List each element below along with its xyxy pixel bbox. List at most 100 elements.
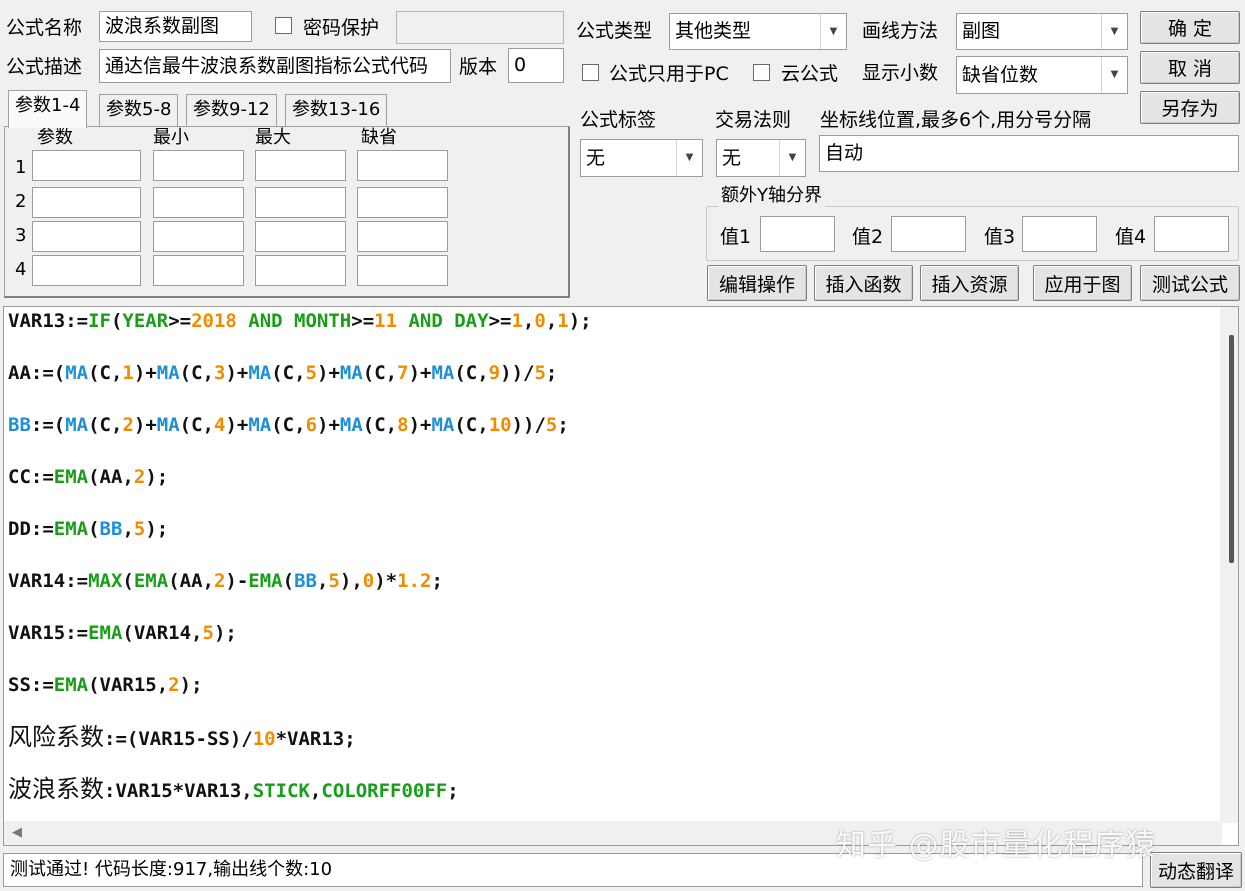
param-default-input[interactable]	[357, 150, 448, 181]
code-token: MA	[431, 414, 455, 436]
trade-rule-value: 无	[722, 147, 742, 169]
param-min-input[interactable]	[153, 221, 244, 252]
cancel-button[interactable]: 取 消	[1140, 51, 1240, 84]
code-token: BB	[8, 414, 31, 436]
decimals-select[interactable]: 缺省位数 ▼	[956, 56, 1128, 94]
code-line: VAR15:=EMA(VAR14,5);	[8, 621, 237, 645]
dynamic-translate-button[interactable]: 动态翻译	[1150, 852, 1242, 888]
chevron-down-icon[interactable]: ▼	[820, 14, 846, 49]
tab-params-1-4[interactable]: 参数1-4	[8, 90, 88, 128]
code-token: (AA,	[168, 570, 214, 592]
coord-line-label: 坐标线位置,最多6个,用分号分隔	[820, 109, 1092, 131]
formula-name-input[interactable]: 波浪系数副图	[99, 11, 252, 42]
code-token: EMA	[88, 622, 123, 644]
test-formula-button[interactable]: 测试公式	[1140, 265, 1240, 301]
code-token: (	[88, 518, 100, 540]
param-name-input[interactable]	[32, 255, 141, 286]
y-value-4-label: 值4	[1115, 226, 1147, 248]
code-line: DD:=EMA(BB,5);	[8, 517, 168, 541]
y-value-3-label: 值3	[984, 226, 1016, 248]
code-token: MA	[248, 414, 272, 436]
code-token: ))/	[511, 414, 546, 436]
formula-name-label: 公式名称	[6, 17, 83, 39]
code-token: 4	[214, 414, 226, 436]
param-name-input[interactable]	[32, 150, 141, 181]
cloud-formula-checkbox[interactable]	[753, 64, 770, 81]
chevron-down-icon[interactable]: ▼	[1101, 14, 1127, 49]
param-name-input[interactable]	[32, 221, 141, 252]
param-default-input[interactable]	[357, 187, 448, 218]
y-value-3-input[interactable]	[1022, 216, 1097, 252]
decimals-label: 显示小数	[862, 62, 939, 84]
password-input[interactable]	[396, 11, 564, 44]
chevron-down-icon[interactable]: ▼	[1101, 57, 1127, 93]
edit-operations-button[interactable]: 编辑操作	[707, 265, 807, 301]
code-token: >=	[488, 310, 512, 332]
param-header-default: 缺省	[361, 127, 397, 148]
ok-button[interactable]: 确 定	[1140, 11, 1240, 44]
code-token: 9	[488, 362, 501, 384]
version-input[interactable]: 0	[508, 48, 564, 83]
password-protect-checkbox[interactable]	[275, 17, 292, 34]
scroll-left-icon[interactable]: ◀	[12, 825, 22, 840]
param-max-input[interactable]	[255, 150, 346, 181]
formula-type-select[interactable]: 其他类型 ▼	[669, 13, 847, 50]
y-value-2-input[interactable]	[891, 216, 966, 252]
code-token: MONTH	[294, 310, 352, 332]
draw-method-label: 画线方法	[862, 20, 939, 42]
param-header-name: 参数	[37, 127, 73, 148]
code-token: (VAR15,	[88, 674, 169, 696]
insert-function-button[interactable]: 插入函数	[814, 265, 913, 301]
code-token: (C,	[454, 414, 489, 436]
tab-params-5-8[interactable]: 参数5-8	[99, 94, 179, 126]
formula-tag-select[interactable]: 无 ▼	[580, 139, 703, 177]
insert-resource-button[interactable]: 插入资源	[920, 265, 1019, 301]
code-token: 5	[545, 414, 558, 436]
param-min-input[interactable]	[153, 255, 244, 286]
y-value-4-input[interactable]	[1154, 216, 1229, 252]
code-token: );	[145, 518, 169, 540]
code-line: 风险系数:=(VAR15-SS)/10*VAR13;	[8, 725, 356, 751]
code-editor[interactable]: VAR13:=IF(YEAR>=2018 AND MONTH>=11 AND D…	[3, 306, 1239, 846]
formula-desc-input[interactable]: 通达信最牛波浪系数副图指标公式代码	[99, 49, 451, 83]
code-token: 10	[252, 728, 276, 750]
param-max-input[interactable]	[255, 221, 346, 252]
code-token: 3	[213, 362, 226, 384]
code-token: DD:=	[8, 518, 54, 540]
code-token: )+	[317, 414, 340, 436]
coord-line-input[interactable]: 自动	[819, 135, 1239, 172]
param-max-input[interactable]	[255, 255, 346, 286]
param-row-number: 3	[15, 225, 27, 246]
code-token: :=(	[30, 414, 66, 436]
trade-rule-select[interactable]: 无 ▼	[716, 139, 806, 177]
code-token: )-	[225, 570, 249, 592]
code-token: MA	[339, 414, 363, 436]
code-token: )+	[225, 362, 249, 384]
code-token: (	[110, 310, 123, 332]
code-token: MA	[431, 362, 455, 384]
code-token: (C,	[271, 414, 306, 436]
draw-method-select[interactable]: 副图 ▼	[956, 13, 1128, 50]
code-token: COLORFF00FF	[321, 780, 448, 802]
code-line: BB:=(MA(C,2)+MA(C,4)+MA(C,6)+MA(C,8)+MA(…	[8, 413, 569, 437]
param-min-input[interactable]	[153, 150, 244, 181]
params-panel: 参数 最小 最大 缺省 1 2 3 4	[4, 126, 570, 298]
pc-only-label: 公式只用于PC	[609, 63, 729, 85]
param-min-input[interactable]	[153, 187, 244, 218]
param-default-input[interactable]	[357, 255, 448, 286]
param-max-input[interactable]	[255, 187, 346, 218]
tab-params-9-12[interactable]: 参数9-12	[186, 94, 277, 126]
vertical-scrollbar[interactable]	[1220, 307, 1238, 823]
scrollbar-thumb[interactable]	[1229, 335, 1234, 563]
save-as-button[interactable]: 另存为	[1140, 91, 1240, 124]
code-token: 5	[305, 362, 317, 384]
trade-rule-label: 交易法则	[715, 109, 792, 131]
apply-to-chart-button[interactable]: 应用于图	[1033, 265, 1132, 301]
param-name-input[interactable]	[32, 187, 141, 218]
param-default-input[interactable]	[357, 221, 448, 252]
tab-params-13-16[interactable]: 参数13-16	[285, 94, 388, 126]
pc-only-checkbox[interactable]	[582, 64, 599, 81]
chevron-down-icon[interactable]: ▼	[676, 140, 702, 176]
y-value-1-input[interactable]	[760, 216, 835, 252]
chevron-down-icon[interactable]: ▼	[779, 140, 805, 176]
